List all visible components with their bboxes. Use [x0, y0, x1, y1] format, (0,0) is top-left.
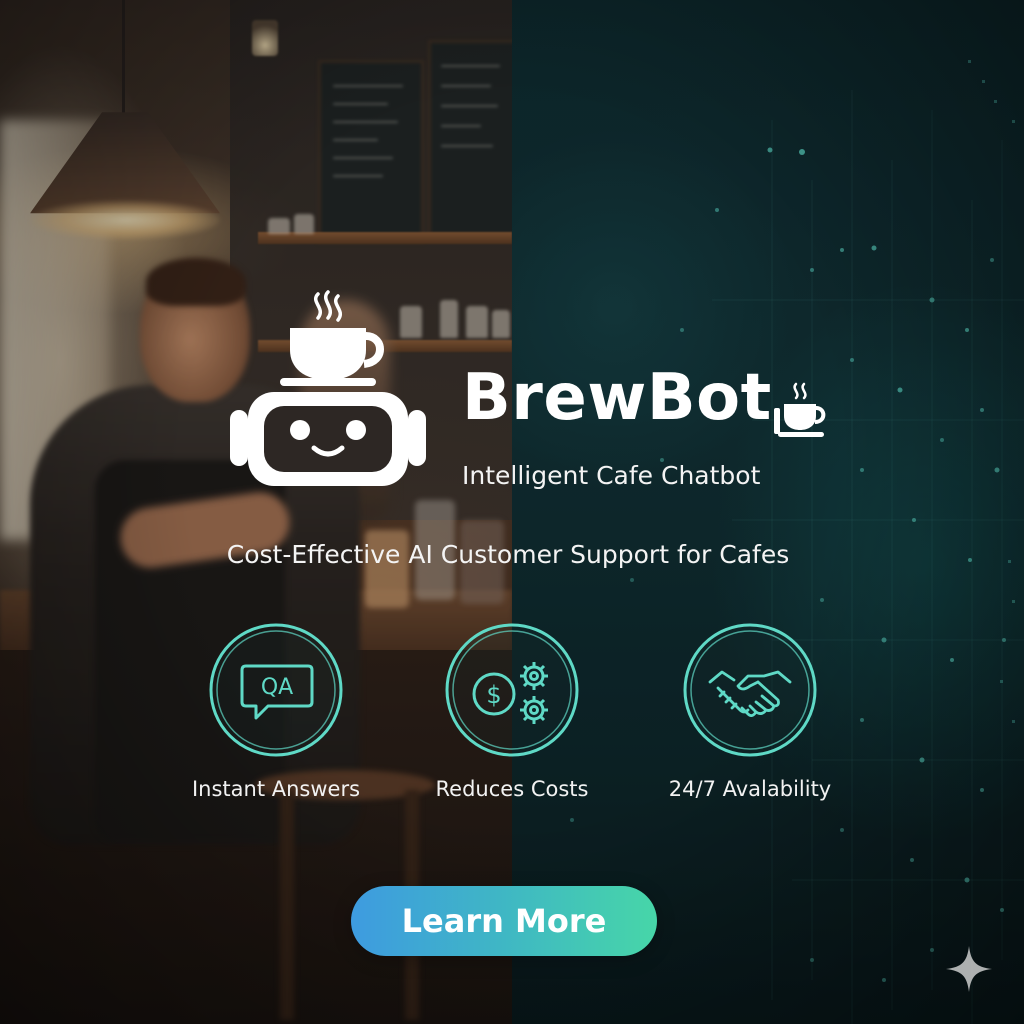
learn-more-button[interactable]: Learn More: [351, 886, 657, 956]
svg-text:$: $: [486, 681, 501, 709]
feature-label: Reduces Costs: [435, 777, 589, 801]
feature-instant-answers: QA Instant Answers: [156, 622, 396, 822]
handshake-icon: [683, 623, 817, 757]
coffee-cup-icon: [774, 382, 826, 437]
feature-availability: 24/7 Avalability: [630, 622, 870, 822]
svg-text:QA: QA: [261, 675, 293, 700]
sparkle-icon: [946, 946, 992, 992]
ad-banner: BrewBot Intelligent Cafe Chatbot Cost-Ef…: [0, 0, 1024, 1024]
feature-label: Instant Answers: [191, 777, 361, 801]
feature-label: 24/7 Avalability: [668, 777, 832, 801]
dollar-gears-icon: $: [445, 623, 579, 757]
robot-logo-icon: [230, 290, 426, 486]
feature-reduces-costs: $ Reduces Costs: [392, 622, 632, 822]
brand-title: BrewBot: [462, 361, 772, 435]
tagline: Cost-Effective AI Customer Support for C…: [226, 540, 790, 569]
qa-chat-bubble-icon: QA: [209, 623, 343, 757]
brand-subtitle: Intelligent Cafe Chatbot: [462, 461, 761, 490]
